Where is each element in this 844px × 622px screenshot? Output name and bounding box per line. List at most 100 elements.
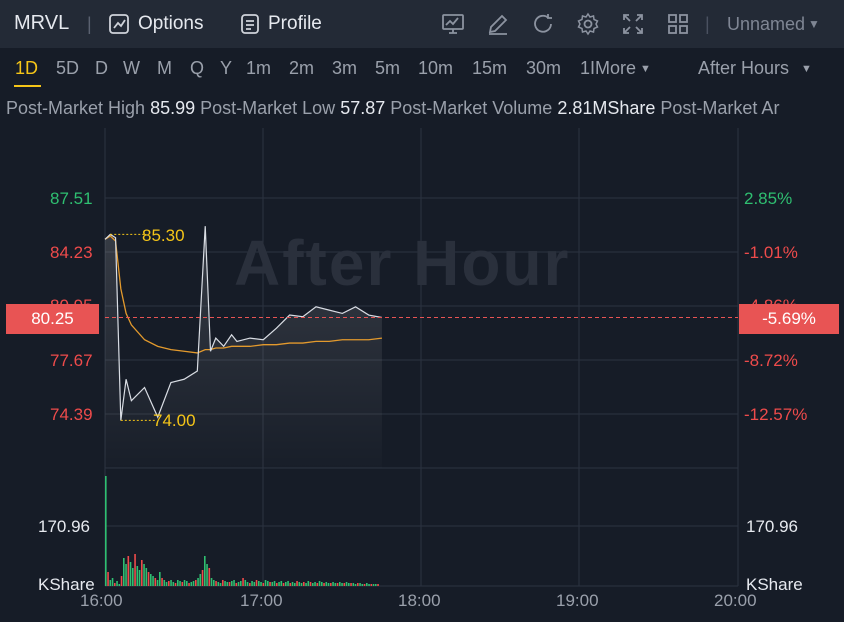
volume-bar (321, 582, 323, 586)
volume-bar (228, 582, 231, 586)
volume-bar (154, 578, 157, 586)
price-tick: 84.23 (50, 243, 93, 262)
volume-bar (116, 581, 118, 586)
volume-bar (114, 583, 116, 586)
volume-bar (267, 581, 269, 586)
volume-bar (345, 582, 348, 586)
volume-bar (264, 580, 267, 586)
volume-bar (188, 583, 190, 586)
period-5d[interactable]: 5D (56, 58, 79, 79)
volume-bar (242, 578, 244, 586)
volume-bar (325, 582, 328, 586)
volume-bar (289, 583, 292, 586)
volume-bar (361, 584, 364, 586)
period-30m[interactable]: 30m (526, 58, 561, 79)
volume-bar (143, 564, 145, 586)
period-15m[interactable]: 15m (472, 58, 507, 79)
volume-bar (246, 582, 249, 586)
time-tick: 17:00 (240, 591, 283, 610)
post-market-stats: Post-Market High 85.99 Post-Market Low 5… (6, 98, 844, 119)
time-tick: 19:00 (556, 591, 599, 610)
volume-bar (363, 584, 366, 586)
volume-bar (307, 581, 310, 586)
volume-bar (215, 581, 217, 586)
pct-tick: -8.72% (744, 351, 798, 370)
volume-bar (192, 581, 195, 586)
period-10m[interactable]: 10m (418, 58, 453, 79)
period-d[interactable]: D (95, 58, 108, 79)
volume-bar (285, 582, 287, 586)
caret-down-icon: ▼ (640, 63, 651, 75)
volume-tick-left: 170.96 (38, 517, 90, 536)
period-more[interactable]: 1IMore ▼ (580, 58, 651, 79)
volume-bar (111, 578, 114, 586)
time-tick: 18:00 (398, 591, 441, 610)
session-selector[interactable]: After Hours ▼ (698, 58, 812, 79)
volume-bar (199, 574, 202, 586)
volume-bars (105, 476, 379, 586)
volume-bar (348, 583, 350, 586)
refresh-icon[interactable] (531, 12, 555, 36)
volume-bar (350, 583, 352, 586)
period-1m[interactable]: 1m (246, 58, 271, 79)
settings-gear-icon[interactable] (576, 12, 600, 36)
volume-bar (201, 570, 204, 586)
period-w[interactable]: W (123, 58, 140, 79)
volume-bar (276, 583, 278, 586)
volume-bar (109, 580, 112, 586)
volume-bar (120, 576, 123, 586)
volume-bar (253, 582, 256, 586)
volume-bar (312, 583, 314, 586)
volume-bar (370, 584, 373, 586)
price-chart[interactable] (0, 128, 844, 622)
volume-bar (147, 572, 150, 586)
volume-bar (172, 582, 175, 586)
toolbar-divider: | (705, 14, 710, 34)
volume-bar (161, 578, 163, 586)
volume-bar (260, 582, 262, 586)
ticker-symbol[interactable]: MRVL (14, 12, 69, 35)
layout-selector[interactable]: Unnamed ▼ (727, 14, 820, 35)
volume-bar (125, 564, 127, 586)
period-1d[interactable]: 1D (15, 58, 38, 79)
period-m[interactable]: M (157, 58, 172, 79)
period-3m[interactable]: 3m (332, 58, 357, 79)
volume-bar (280, 581, 283, 586)
period-q[interactable]: Q (190, 58, 204, 79)
volume-bar (240, 581, 242, 586)
active-period-underline (14, 85, 41, 87)
period-y[interactable]: Y (220, 58, 232, 79)
volume-bar (323, 583, 325, 586)
time-tick: 16:00 (80, 591, 123, 610)
volume-bar (134, 554, 136, 586)
period-2m[interactable]: 2m (289, 58, 314, 79)
period-more-label: 1IMore (580, 58, 637, 78)
caret-down-icon: ▼ (808, 17, 820, 31)
volume-bar (352, 583, 355, 586)
volume-bar (107, 572, 109, 586)
volume-bar (213, 580, 215, 586)
volume-bar (219, 583, 222, 586)
period-5m[interactable]: 5m (375, 58, 400, 79)
volume-bar (105, 476, 107, 586)
fullscreen-icon[interactable] (621, 12, 645, 36)
volume-bar (341, 583, 343, 586)
time-tick: 20:00 (714, 591, 757, 610)
volume-bar (273, 581, 276, 586)
draw-pencil-icon[interactable] (486, 12, 510, 36)
indicator-chart-icon[interactable] (441, 12, 465, 36)
volume-bar (309, 582, 312, 586)
top-toolbar: MRVL | Options Profile | Unnamed ▼ (0, 0, 844, 48)
volume-bar (255, 580, 258, 586)
volume-bar (343, 583, 346, 586)
options-button[interactable]: Options (108, 10, 203, 38)
volume-bar (186, 581, 188, 586)
low-label: Post-Market Low (200, 98, 336, 118)
volume-bar (375, 584, 377, 586)
volume-bar (163, 580, 166, 586)
volume-bar (177, 580, 179, 586)
profile-button[interactable]: Profile (240, 10, 322, 38)
volume-bar (127, 556, 130, 586)
layout-grid-icon[interactable] (666, 12, 690, 36)
volume-bar (231, 581, 233, 586)
